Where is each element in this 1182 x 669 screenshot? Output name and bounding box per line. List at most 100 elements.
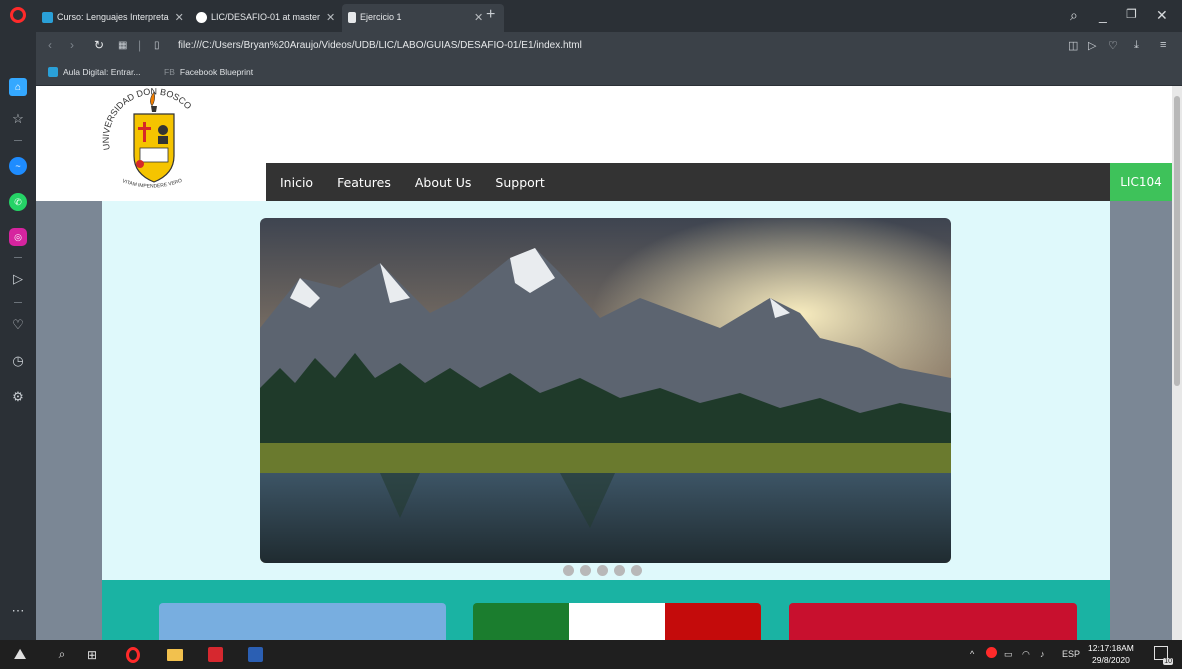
task-view-icon[interactable]: ⊞ [84, 646, 100, 663]
cross-icon [143, 122, 146, 142]
search-icon[interactable]: ⌕ [1070, 7, 1078, 24]
carousel-dot[interactable] [597, 565, 608, 576]
tab-bar: Curso: Lenguajes Interpreta ✕ LIC/DESAFI… [36, 0, 1182, 32]
opera-tray-icon[interactable] [986, 647, 997, 660]
moodle-favicon-icon [48, 67, 58, 77]
browser-sidebar: ⌂ ☆ ~ ✆ ◎ ▷ ♡ ◷ ⚙ ⋯ [0, 0, 36, 640]
close-window-icon[interactable]: ✕ [1156, 7, 1168, 24]
opera-taskbar-icon[interactable] [124, 646, 142, 663]
notification-count: 10 [1163, 658, 1173, 665]
udb-logo: UNIVERSIDAD DON BOSCO VITAM IMPENDERE VE… [101, 86, 194, 189]
tabs-grid-icon[interactable]: ▦ [118, 40, 127, 51]
download-icon[interactable]: ⤓ [1134, 39, 1139, 52]
minimize-icon[interactable]: _ [1099, 7, 1107, 23]
history-icon[interactable]: ◷ [9, 352, 27, 370]
bookmark-facebook-blueprint[interactable]: FB Facebook Blueprint [164, 67, 253, 77]
main-navbar: Inicio Features About Us Support [266, 163, 1110, 201]
bookmark-label: Facebook Blueprint [179, 67, 254, 77]
screen: ⌂ ☆ ~ ✆ ◎ ▷ ♡ ◷ ⚙ ⋯ Curso: Lenguajes Int… [0, 0, 1182, 669]
divider: | [138, 38, 142, 52]
gear-icon[interactable]: ⚙ [9, 388, 27, 406]
battery-icon[interactable]: ▭ [1004, 649, 1013, 660]
tab-label: Ejercicio 1 [360, 12, 402, 22]
notification-center-icon[interactable]: 10 [1154, 646, 1173, 665]
flag-stripe-red [665, 603, 761, 640]
clock-time: 12:17:18AM [1088, 643, 1134, 653]
language-indicator[interactable]: ESP [1062, 649, 1080, 659]
close-icon[interactable]: ✕ [175, 11, 184, 24]
tab-label: Curso: Lenguajes Interpreta [57, 12, 169, 22]
heart-icon[interactable]: ♡ [9, 316, 27, 334]
sidebar-divider [14, 302, 22, 303]
portrait-icon [158, 125, 168, 135]
meadow [260, 443, 951, 478]
card-red[interactable] [789, 603, 1077, 640]
back-icon[interactable]: ‹ [48, 38, 52, 52]
carousel-dot[interactable] [580, 565, 591, 576]
carousel-dot[interactable] [631, 565, 642, 576]
torch-icon [151, 106, 157, 112]
card-blue[interactable] [159, 603, 446, 640]
sidebar-divider [14, 140, 22, 141]
share-icon[interactable]: ▷ [1088, 39, 1096, 52]
tab-ejercicio[interactable]: Ejercicio 1 ✕ [348, 8, 498, 26]
nav-item-about-us[interactable]: About Us [415, 175, 472, 190]
flag-stripe-green [473, 603, 569, 640]
restore-icon[interactable]: ❐ [1126, 7, 1137, 21]
volume-icon[interactable]: ♪ [1040, 649, 1045, 659]
search-icon[interactable]: ⌕ [54, 646, 70, 663]
carousel-dot[interactable] [563, 565, 574, 576]
url-field[interactable]: file:///C:/Users/Bryan%20Araujo/Videos/U… [178, 40, 582, 51]
tab-github[interactable]: LIC/DESAFIO-01 at master ✕ [196, 8, 338, 26]
word-icon[interactable] [246, 646, 264, 663]
windows-taskbar: ⛰ ⌕ ⊞ ^ ▭ ◠ ♪ ESP 12:17:18AM 29/8/2020 1… [0, 640, 1182, 669]
reload-icon[interactable]: ↻ [94, 38, 104, 52]
speed-dial-icon[interactable]: ☆ [9, 110, 27, 128]
messenger-icon[interactable]: ~ [9, 157, 27, 175]
nav-item-support[interactable]: Support [495, 175, 544, 190]
nav-item-inicio[interactable]: Inicio [280, 175, 313, 190]
close-icon[interactable]: ✕ [474, 11, 483, 24]
nav-item-features[interactable]: Features [337, 175, 391, 190]
file-icon: ▯ [154, 40, 160, 51]
sidebar-divider [14, 257, 22, 258]
tab-label: LIC/DESAFIO-01 at master [211, 12, 321, 22]
tab-curso[interactable]: Curso: Lenguajes Interpreta ✕ [42, 8, 192, 26]
instagram-icon[interactable]: ◎ [9, 228, 27, 246]
bookmarks-bar: Aula Digital: Entrar... FB Facebook Blue… [36, 60, 1182, 86]
moodle-favicon-icon [42, 11, 53, 23]
wifi-icon[interactable]: ◠ [1022, 649, 1030, 660]
settings-sliders-icon[interactable]: ≡ [1160, 39, 1166, 51]
portrait-icon [158, 136, 168, 144]
file-explorer-icon[interactable] [166, 646, 184, 663]
scrollbar[interactable] [1172, 86, 1182, 640]
carousel-dot[interactable] [614, 565, 625, 576]
new-tab-button[interactable]: + [486, 6, 495, 24]
web-page: UNIVERSIDAD DON BOSCO VITAM IMPENDERE VE… [36, 86, 1172, 640]
acrobat-icon[interactable] [206, 646, 224, 663]
scrollbar-thumb[interactable] [1174, 96, 1180, 386]
start-icon[interactable]: ⛰ [10, 646, 30, 663]
camera-icon[interactable]: ◫ [1068, 39, 1078, 52]
opera-logo-icon[interactable] [10, 7, 26, 23]
gear-emblem-icon [136, 160, 144, 168]
fb-prefix: FB [164, 67, 175, 77]
heart-icon[interactable]: ♡ [1108, 39, 1118, 52]
cross-icon [138, 127, 151, 130]
chevron-up-icon[interactable]: ^ [970, 649, 974, 659]
bookmark-aula-digital[interactable]: Aula Digital: Entrar... [48, 67, 140, 77]
carousel-indicators [563, 565, 648, 576]
flow-icon[interactable]: ▷ [9, 270, 27, 288]
course-badge[interactable]: LIC104 [1110, 163, 1172, 201]
carousel-image[interactable] [260, 218, 951, 563]
forward-icon[interactable]: › [70, 38, 74, 52]
file-favicon-icon [348, 11, 356, 23]
whatsapp-icon[interactable]: ✆ [9, 193, 27, 211]
card-flag[interactable] [473, 603, 761, 640]
address-bar: ‹ › ↻ ▦ | ▯ file:///C:/Users/Bryan%20Ara… [36, 32, 1182, 60]
clock[interactable]: 12:17:18AM 29/8/2020 [1088, 642, 1134, 666]
home-icon[interactable]: ⌂ [9, 78, 27, 96]
more-icon[interactable]: ⋯ [9, 602, 27, 620]
close-icon[interactable]: ✕ [326, 11, 335, 24]
flag-stripe-white [569, 603, 665, 640]
